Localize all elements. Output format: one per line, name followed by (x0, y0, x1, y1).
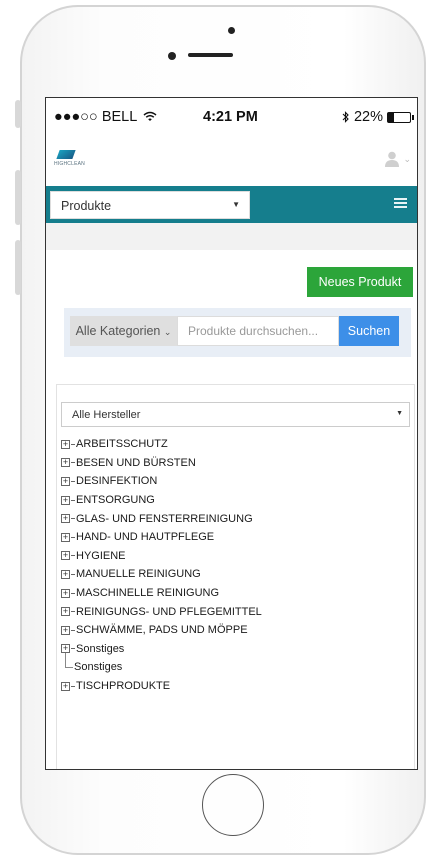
hamburger-icon[interactable] (394, 198, 407, 210)
tree-item[interactable]: + ENTSORGUNG (61, 491, 262, 510)
tree-item[interactable]: + MANUELLE REINIGUNG (61, 565, 262, 584)
tree-item[interactable]: + MASCHINELLE REINIGUNG (61, 584, 262, 603)
expand-icon[interactable]: + (61, 607, 70, 617)
tree-item-label: Sonstiges (74, 661, 123, 674)
section-select-value: Produkte (61, 199, 112, 213)
chevron-down-icon: ▼ (396, 410, 403, 417)
search-panel: Alle Kategorien ⌄ Suchen (64, 308, 411, 357)
expand-icon[interactable]: + (61, 514, 70, 524)
tree-item-label: ENTSORGUNG (76, 494, 155, 507)
status-right: 22% (342, 109, 414, 125)
tree-item[interactable]: + GLAS- UND FENSTERREINIGUNG (61, 509, 262, 528)
manufacturer-select-value: Alle Hersteller (72, 409, 141, 421)
expand-icon[interactable]: + (61, 476, 70, 486)
company-logo[interactable]: HIGHCLEAN (54, 150, 85, 167)
user-caret-icon[interactable]: ⌄ (403, 154, 411, 165)
manufacturer-select[interactable]: Alle Hersteller ▼ (61, 402, 410, 427)
expand-icon[interactable]: + (61, 551, 70, 561)
category-dropdown[interactable]: Alle Kategorien ⌄ (70, 316, 177, 346)
tree-item[interactable]: + ARBEITSSCHUTZ (61, 435, 262, 454)
tree-item-label: GLAS- UND FENSTERREINIGUNG (76, 512, 253, 525)
tree-item-label: MASCHINELLE REINIGUNG (76, 587, 220, 600)
tree-item-label: HAND- UND HAUTPFLEGE (76, 531, 215, 544)
mute-switch (15, 100, 21, 128)
tree-item-label: DESINFEKTION (76, 475, 158, 488)
expand-icon[interactable]: + (61, 532, 70, 542)
tree-item[interactable]: + HYGIENE (61, 547, 262, 566)
app-header: HIGHCLEAN ⌄ (46, 132, 417, 187)
expand-icon[interactable]: + (61, 495, 70, 505)
tree-item-label: Sonstiges (76, 642, 125, 655)
category-tree: + ARBEITSSCHUTZ + BESEN UND BÜRSTEN + DESIN… (61, 435, 262, 695)
expand-icon[interactable]: + (61, 458, 70, 468)
nav-bar: Produkte ▼ (46, 186, 417, 223)
expand-icon[interactable]: + (61, 439, 70, 449)
tree-item[interactable]: + REINIGUNGS- UND PFLEGEMITTEL (61, 602, 262, 621)
volume-up-button (15, 170, 21, 225)
expand-icon[interactable]: + (61, 588, 70, 598)
expand-icon[interactable]: + (61, 625, 70, 635)
carrier-label: ●●●○○ BELL (54, 109, 137, 125)
tree-item-label: TISCHPRODUKTE (76, 680, 171, 693)
tree-item-label: SCHWÄMME, PADS UND MÖPPE (76, 624, 248, 637)
tree-connector (65, 666, 73, 668)
logo-mark (56, 150, 76, 159)
clock: 4:21 PM (203, 109, 258, 125)
toolbar-strip (46, 223, 417, 250)
tree-item[interactable]: + Sonstiges (61, 640, 262, 659)
battery-percent: 22% (353, 109, 383, 125)
category-dropdown-label: Alle Kategorien (75, 324, 161, 338)
wifi-icon (143, 111, 157, 121)
tree-item-label: REINIGUNGS- UND PFLEGEMITTEL (76, 605, 262, 618)
logo-text: HIGHCLEAN (54, 161, 85, 167)
carrier-signal: ●●●○○ BELL (54, 109, 157, 125)
status-bar: ●●●○○ BELL 4:21 PM 22% (46, 98, 417, 132)
chevron-down-icon: ▼ (232, 200, 240, 209)
expand-icon[interactable]: + (61, 569, 70, 579)
tree-item[interactable]: + SCHWÄMME, PADS UND MÖPPE (61, 621, 262, 640)
tree-item-label: HYGIENE (76, 549, 126, 562)
volume-down-button (15, 240, 21, 295)
bluetooth-icon (342, 111, 349, 123)
chevron-down-icon: ⌄ (163, 327, 172, 337)
phone-screen: ●●●○○ BELL 4:21 PM 22% HIGHCLEAN ⌄ Produ… (45, 97, 418, 770)
tree-item[interactable]: + TISCHPRODUKTE (61, 677, 262, 696)
tree-item-label: BESEN UND BÜRSTEN (76, 456, 196, 469)
home-button[interactable] (202, 774, 264, 836)
earpiece-speaker (188, 53, 233, 57)
front-camera (168, 52, 176, 60)
user-icon[interactable] (385, 151, 399, 167)
battery-icon (387, 111, 414, 123)
tree-item[interactable]: + HAND- UND HAUTPFLEGE (61, 528, 262, 547)
tree-item[interactable]: + BESEN UND BÜRSTEN (61, 454, 262, 473)
tree-item-label: MANUELLE REINIGUNG (76, 568, 201, 581)
expand-icon[interactable]: + (61, 644, 70, 654)
category-panel: Alle Hersteller ▼ + ARBEITSSCHUTZ + BESEN … (56, 384, 415, 769)
search-input[interactable] (177, 316, 339, 346)
tree-item-label: ARBEITSSCHUTZ (76, 438, 168, 451)
new-product-button[interactable]: Neues Produkt (307, 267, 413, 297)
tree-item[interactable]: + DESINFEKTION (61, 472, 262, 491)
search-button[interactable]: Suchen (339, 316, 399, 346)
expand-icon[interactable]: + (61, 681, 70, 691)
tree-child-item[interactable]: Sonstiges (61, 653, 262, 677)
proximity-sensor (228, 27, 235, 34)
section-select[interactable]: Produkte ▼ (50, 191, 250, 219)
